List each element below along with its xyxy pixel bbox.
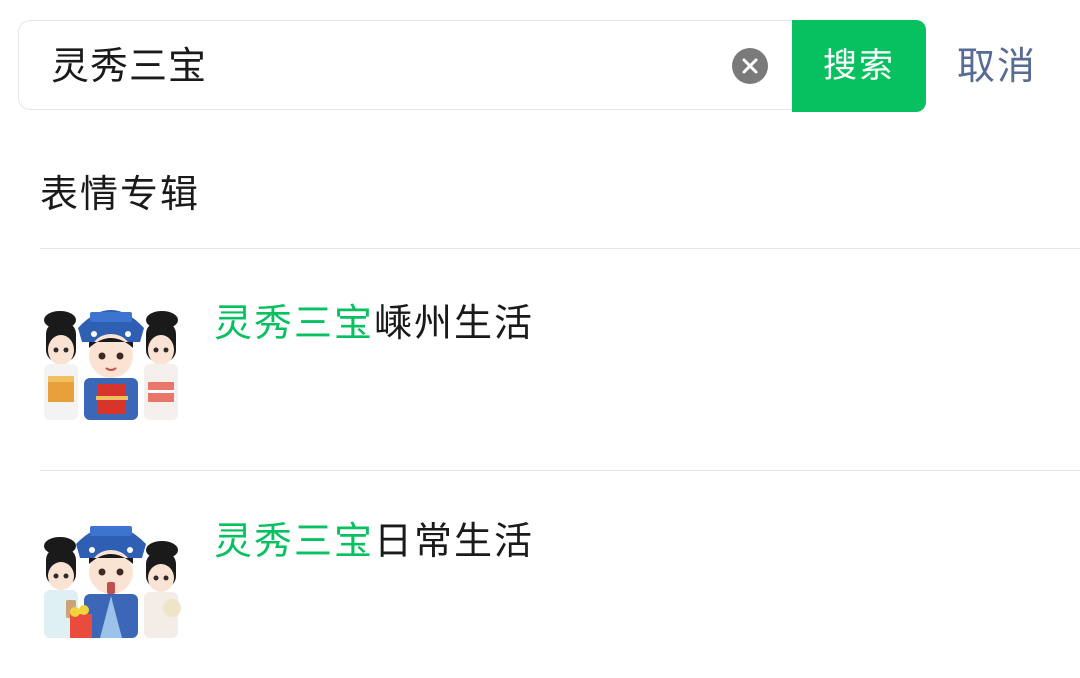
cancel-button[interactable]: 取消 — [957, 20, 1037, 112]
result-title-highlight: 灵秀三宝 — [214, 301, 375, 345]
divider — [40, 248, 1080, 249]
search-button[interactable]: 搜索 — [792, 20, 926, 112]
result-title-highlight: 灵秀三宝 — [214, 519, 375, 563]
list-item[interactable]: 灵秀三宝嵊州生活 — [40, 298, 1080, 468]
clear-icon[interactable] — [732, 48, 768, 84]
search-query-text: 灵秀三宝 — [51, 44, 208, 88]
section-title: 表情专辑 — [40, 172, 201, 216]
result-title-rest: 日常生活 — [374, 519, 535, 563]
list-item[interactable]: 灵秀三宝日常生活 — [40, 516, 1080, 678]
divider — [40, 470, 1080, 471]
result-title-rest: 嵊州生活 — [374, 301, 535, 345]
search-results-page: 灵秀三宝 搜索 取消 表情专辑 灵秀三宝嵊州生活 灵秀三宝日常生活 — [0, 0, 1080, 678]
search-input[interactable]: 灵秀三宝 — [18, 20, 793, 110]
sticker-thumbnail — [44, 310, 178, 420]
result-title: 灵秀三宝嵊州生活 — [214, 298, 534, 348]
sticker-thumbnail — [44, 526, 181, 638]
result-title: 灵秀三宝日常生活 — [214, 516, 534, 566]
search-bar: 灵秀三宝 搜索 取消 — [18, 20, 1080, 112]
